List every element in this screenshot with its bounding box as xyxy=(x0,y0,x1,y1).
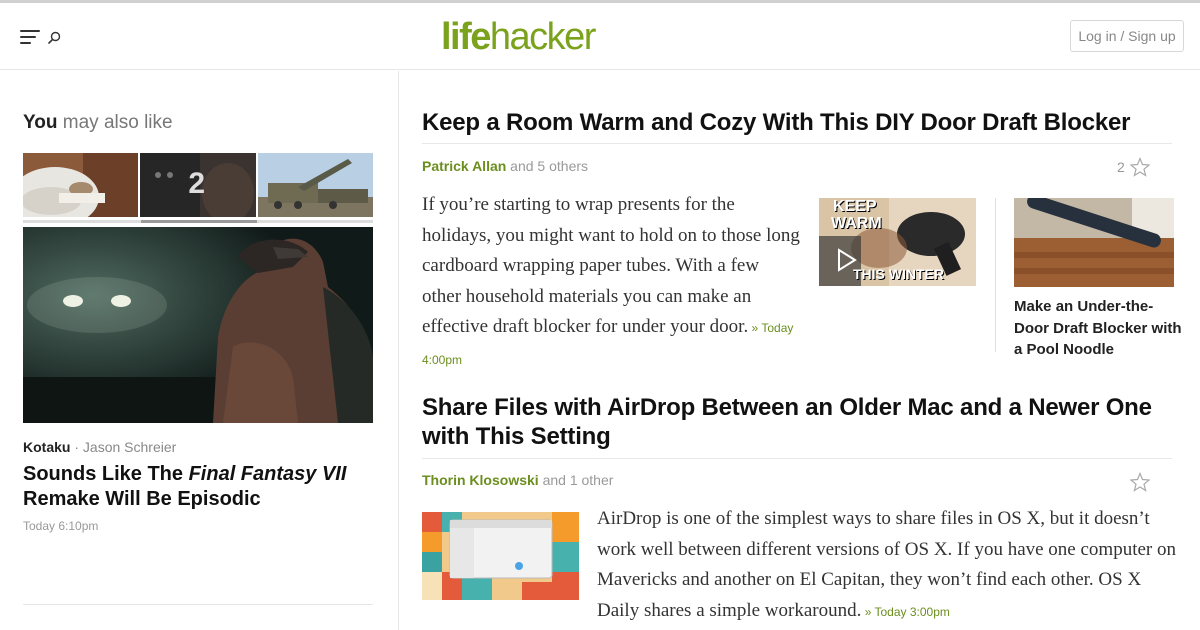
featured-time: Today 6:10pm xyxy=(23,519,99,533)
carousel-progress xyxy=(23,220,373,223)
article-2-byline: Thorin Klosowski and 1 other xyxy=(422,471,613,489)
article-2-timestamp[interactable]: » Today 3:00pm xyxy=(861,605,950,619)
article-1-byline: Patrick Allan and 5 others xyxy=(422,157,588,175)
article-2-title-divider xyxy=(422,458,1172,459)
featured-separator: · xyxy=(70,439,83,455)
sidebar-recommendations: You may also like 2 Kotaku · Jason Schre… xyxy=(23,71,373,630)
login-signup-button[interactable]: Log in / Sign up xyxy=(1070,20,1184,52)
article-2-author[interactable]: Thorin Klosowski xyxy=(422,472,539,488)
featured-headline-pre: Sounds Like The xyxy=(23,463,189,485)
video-text-mid: WARM xyxy=(831,215,882,232)
column-divider xyxy=(398,71,399,630)
article-1-like-count: 2 xyxy=(1117,159,1125,175)
featured-headline[interactable]: Sounds Like The Final Fantasy VII Remake… xyxy=(23,462,373,512)
recommendation-carousel: 2 xyxy=(23,153,373,219)
article-1-excerpt: If you’re starting to wrap presents for … xyxy=(422,190,802,375)
article-1-others[interactable]: and 5 others xyxy=(506,158,588,174)
logo-hacker: hacker xyxy=(489,16,597,58)
article-1-star-icon[interactable] xyxy=(1129,156,1151,182)
article-2-star-icon[interactable] xyxy=(1129,471,1151,497)
article-1-title-divider xyxy=(422,143,1172,144)
hamburger-menu-icon[interactable] xyxy=(20,30,40,44)
search-icon[interactable] xyxy=(46,30,62,46)
carousel-thumb-1[interactable] xyxy=(23,153,139,217)
sidebar-heading: You may also like xyxy=(23,111,173,135)
featured-headline-post: Remake Will Be Episodic xyxy=(23,488,261,510)
article-2-excerpt: AirDrop is one of the simplest ways to s… xyxy=(597,504,1177,627)
carousel-thumb-3[interactable] xyxy=(257,153,373,217)
featured-image[interactable] xyxy=(23,227,373,423)
article-1-video-thumbnail[interactable]: KEEP WARM THIS WINTER xyxy=(819,198,976,286)
featured-meta: Kotaku · Jason Schreier xyxy=(23,438,176,456)
related-article-image[interactable] xyxy=(1014,198,1174,287)
article-2-image[interactable] xyxy=(422,512,579,600)
article-2-title[interactable]: Share Files with AirDrop Between an Olde… xyxy=(422,393,1182,451)
featured-headline-em: Final Fantasy VII xyxy=(188,463,347,485)
video-text-bottom: THIS WINTER xyxy=(853,266,944,282)
featured-author[interactable]: Jason Schreier xyxy=(83,439,176,455)
article-2-others[interactable]: and 1 other xyxy=(539,472,614,488)
related-article-title[interactable]: Make an Under-the-Door Draft Blocker wit… xyxy=(1014,296,1184,361)
sidebar-heading-light: may also like xyxy=(62,112,173,133)
article-1-title[interactable]: Keep a Room Warm and Cozy With This DIY … xyxy=(422,108,1182,137)
article-1-author[interactable]: Patrick Allan xyxy=(422,158,506,174)
logo-life: life xyxy=(441,16,491,58)
carousel-thumb-2[interactable]: 2 xyxy=(140,153,256,217)
carousel-badge: 2 xyxy=(188,167,206,200)
sidebar-heading-strong: You xyxy=(23,112,58,133)
article-1-excerpt-text: If you’re starting to wrap presents for … xyxy=(422,194,800,337)
video-text-top: KEEP xyxy=(833,198,877,215)
featured-source[interactable]: Kotaku xyxy=(23,439,70,455)
sidebar-divider xyxy=(23,604,373,605)
related-divider xyxy=(995,198,996,352)
site-logo[interactable]: lifehacker xyxy=(441,15,597,59)
site-header: lifehacker Log in / Sign up xyxy=(0,3,1200,70)
